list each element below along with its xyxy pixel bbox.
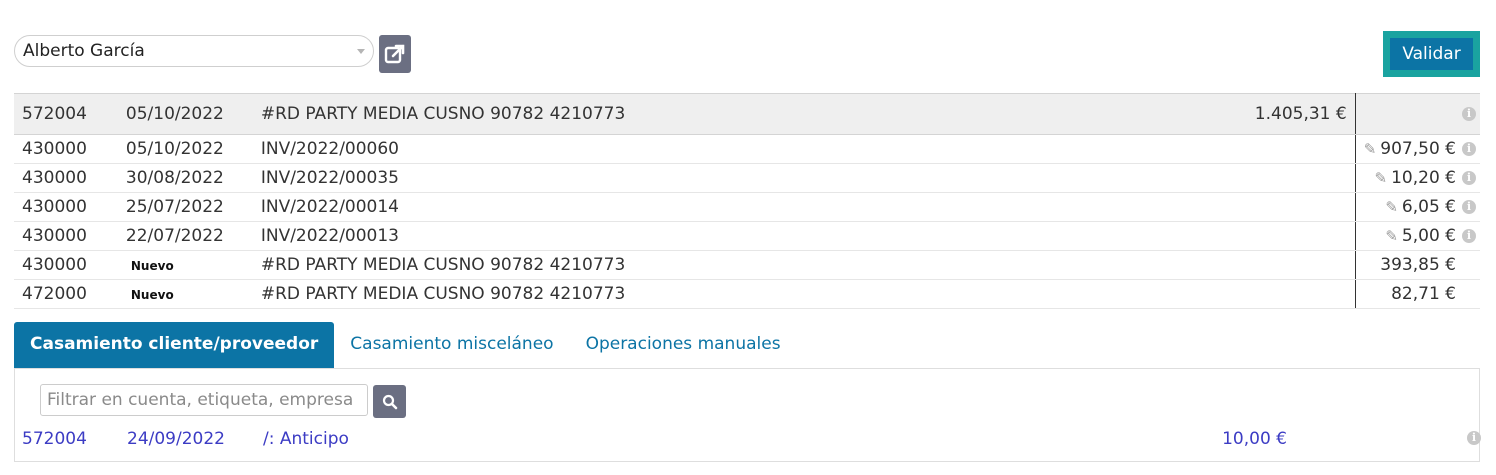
validate-button-frame: Validar xyxy=(1383,31,1480,77)
tab-panel: 572004 24/09/2022 /: Anticipo 10,00 € i xyxy=(14,368,1481,462)
debit-cell: 1.405,31 € xyxy=(1074,93,1356,135)
date-cell: 05/10/2022 xyxy=(117,93,253,135)
proposition-date: 24/09/2022 xyxy=(127,429,225,449)
account-cell: 430000 xyxy=(14,250,118,280)
partner-select[interactable]: Alberto García xyxy=(14,35,374,67)
account-cell: 430000 xyxy=(14,134,118,164)
date-cell: 05/10/2022 xyxy=(117,134,253,164)
reconciliation-lines-table: 572004 05/10/2022 #RD PARTY MEDIA CUSNO … xyxy=(14,93,1480,309)
date-cell: Nuevo xyxy=(117,250,253,280)
debit-cell xyxy=(1074,163,1356,193)
account-cell: 430000 xyxy=(14,192,118,222)
info-icon[interactable]: i xyxy=(1462,200,1476,214)
date-cell: Nuevo xyxy=(117,279,253,309)
debit-cell xyxy=(1074,279,1356,309)
debit-cell xyxy=(1074,192,1356,222)
info-icon[interactable]: i xyxy=(1462,229,1476,243)
table-row[interactable]: 472000 Nuevo #RD PARTY MEDIA CUSNO 90782… xyxy=(14,279,1480,309)
credit-amount[interactable]: 82,71 € xyxy=(1391,284,1456,304)
date-cell: 22/07/2022 xyxy=(117,221,253,251)
credit-amount: 5,00 € xyxy=(1401,226,1456,246)
credit-cell: ✎ 10,20 € i xyxy=(1355,163,1480,193)
debit-cell xyxy=(1074,221,1356,251)
date-cell: 30/08/2022 xyxy=(117,163,253,193)
credit-amount: 907,50 € xyxy=(1380,139,1456,159)
date-cell: 25/07/2022 xyxy=(117,192,253,222)
chevron-down-icon[interactable] xyxy=(357,48,365,54)
account-cell: 472000 xyxy=(14,279,118,309)
credit-cell: i xyxy=(1355,93,1480,135)
pencil-icon[interactable]: ✎ xyxy=(1385,198,1398,216)
search-button[interactable] xyxy=(373,385,406,418)
proposition-account: 572004 xyxy=(22,429,87,449)
tab-misc-matching[interactable]: Casamiento misceláneo xyxy=(334,322,569,368)
proposition-label: /: Anticipo xyxy=(263,429,349,449)
credit-amount: 6,05 € xyxy=(1401,197,1456,217)
validate-button[interactable]: Validar xyxy=(1390,38,1473,70)
pencil-icon[interactable]: ✎ xyxy=(1364,140,1377,158)
table-row[interactable]: 430000 22/07/2022 INV/2022/00013 ✎ 5,00 €… xyxy=(14,221,1480,251)
proposition-amount: 10,00 € xyxy=(1222,429,1287,449)
debit-cell xyxy=(1074,134,1356,164)
label-cell: #RD PARTY MEDIA CUSNO 90782 4210773 xyxy=(252,250,1075,280)
tab-customer-supplier-matching[interactable]: Casamiento cliente/proveedor xyxy=(14,322,335,368)
info-icon[interactable]: i xyxy=(1467,431,1481,445)
external-link-icon xyxy=(384,44,405,64)
label-cell: INV/2022/00060 xyxy=(252,134,1075,164)
tab-manual-operations[interactable]: Operaciones manuales xyxy=(570,322,797,368)
partner-name[interactable]: Alberto García xyxy=(15,41,357,61)
table-row[interactable]: 430000 30/08/2022 INV/2022/00035 ✎ 10,20 … xyxy=(14,163,1480,193)
info-icon[interactable]: i xyxy=(1462,171,1476,185)
label-cell: INV/2022/00013 xyxy=(252,221,1075,251)
filter-input[interactable] xyxy=(40,384,368,416)
account-cell: 430000 xyxy=(14,163,118,193)
account-cell: 430000 xyxy=(14,221,118,251)
credit-cell: ✎ 5,00 € i xyxy=(1355,221,1480,251)
open-partner-button[interactable] xyxy=(379,35,411,73)
matching-tabs: Casamiento cliente/proveedor Casamiento … xyxy=(14,322,797,368)
label-cell: #RD PARTY MEDIA CUSNO 90782 4210773 xyxy=(252,279,1075,309)
pencil-icon[interactable]: ✎ xyxy=(1375,169,1388,187)
table-row[interactable]: 430000 05/10/2022 INV/2022/00060 ✎ 907,50… xyxy=(14,134,1480,164)
table-row[interactable]: 430000 25/07/2022 INV/2022/00014 ✎ 6,05 €… xyxy=(14,192,1480,222)
info-icon[interactable]: i xyxy=(1462,142,1476,156)
new-badge: Nuevo xyxy=(130,259,174,273)
credit-cell: 82,71 € xyxy=(1355,279,1480,309)
credit-cell: ✎ 907,50 € i xyxy=(1355,134,1480,164)
new-badge: Nuevo xyxy=(130,288,174,302)
search-icon xyxy=(382,394,397,409)
table-row[interactable]: 430000 Nuevo #RD PARTY MEDIA CUSNO 90782… xyxy=(14,250,1480,280)
account-cell: 572004 xyxy=(14,93,118,135)
credit-amount[interactable]: 393,85 € xyxy=(1380,255,1456,275)
pencil-icon[interactable]: ✎ xyxy=(1385,227,1398,245)
label-cell: INV/2022/00014 xyxy=(252,192,1075,222)
label-cell: #RD PARTY MEDIA CUSNO 90782 4210773 xyxy=(252,93,1075,135)
credit-amount: 10,20 € xyxy=(1391,168,1456,188)
statement-line-row[interactable]: 572004 05/10/2022 #RD PARTY MEDIA CUSNO … xyxy=(14,93,1480,135)
label-cell: INV/2022/00035 xyxy=(252,163,1075,193)
info-icon[interactable]: i xyxy=(1462,107,1476,121)
credit-cell: 393,85 € xyxy=(1355,250,1480,280)
debit-cell xyxy=(1074,250,1356,280)
proposition-row[interactable]: 572004 24/09/2022 /: Anticipo 10,00 € i xyxy=(15,427,1481,453)
credit-cell: ✎ 6,05 € i xyxy=(1355,192,1480,222)
